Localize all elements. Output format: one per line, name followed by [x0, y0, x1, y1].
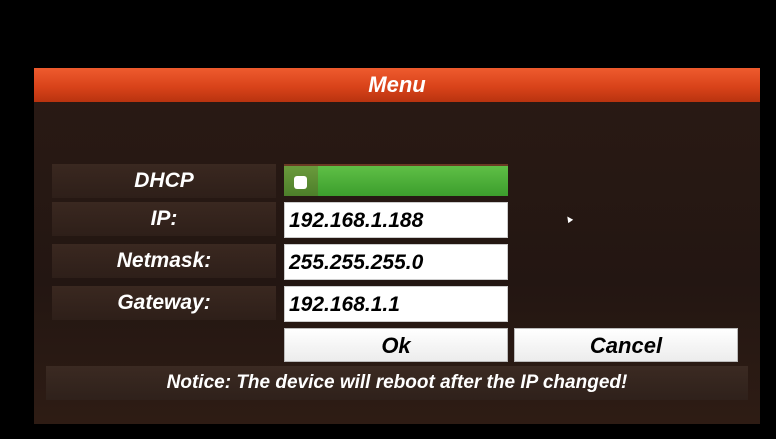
ok-button[interactable]: Ok	[284, 328, 508, 362]
netmask-label: Netmask:	[52, 244, 276, 278]
gateway-input[interactable]: 192.168.1.1	[284, 286, 508, 322]
dialog-title: Menu	[34, 68, 760, 102]
toggle-knob-area	[284, 166, 318, 196]
cancel-button[interactable]: Cancel	[514, 328, 738, 362]
notice-text: Notice: The device will reboot after the…	[46, 366, 748, 400]
dhcp-toggle[interactable]	[284, 164, 508, 196]
dhcp-label: DHCP	[52, 164, 276, 198]
ip-input[interactable]: 192.168.1.188	[284, 202, 508, 238]
toggle-knob-icon	[294, 176, 307, 189]
ip-label: IP:	[52, 202, 276, 236]
menu-dialog: Menu DHCP IP: 192.168.1.188 Netmask: 255…	[34, 68, 760, 424]
gateway-label: Gateway:	[52, 286, 276, 320]
netmask-input[interactable]: 255.255.255.0	[284, 244, 508, 280]
screen: Menu DHCP IP: 192.168.1.188 Netmask: 255…	[0, 0, 776, 439]
